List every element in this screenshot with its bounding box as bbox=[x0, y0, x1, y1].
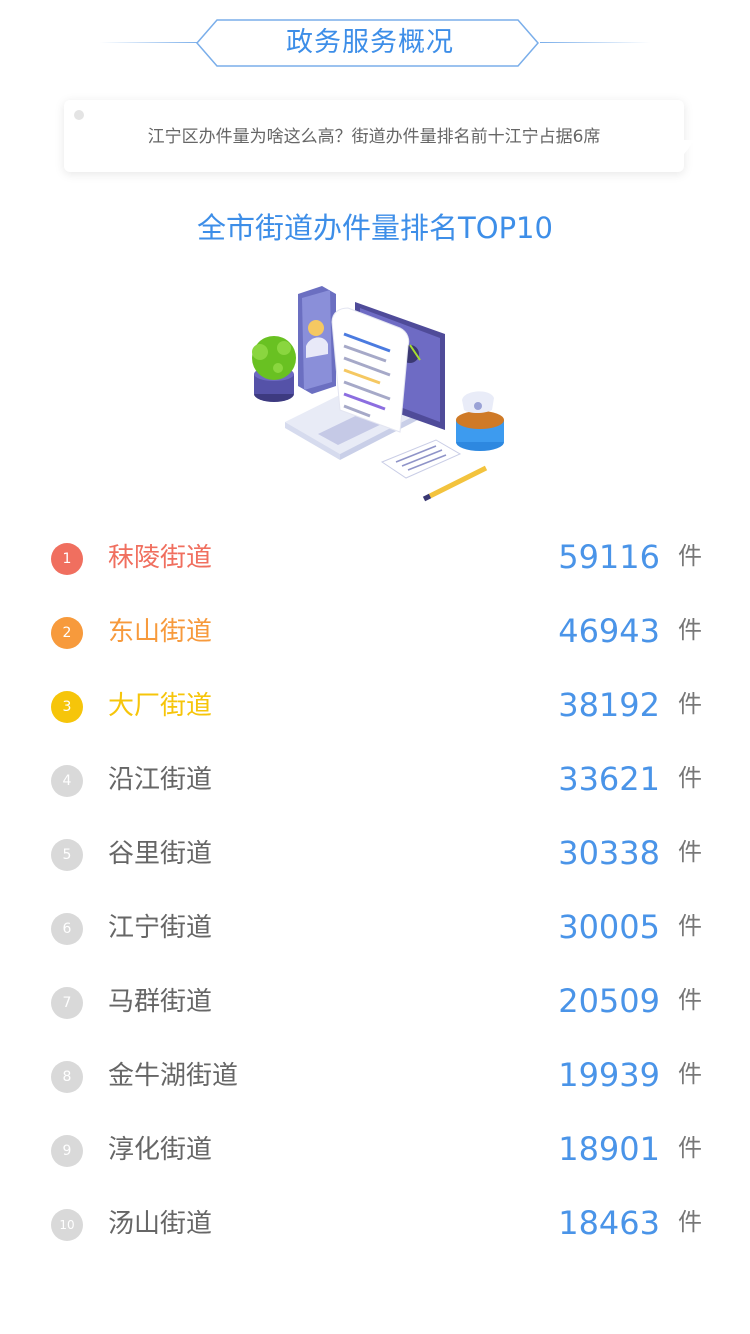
rank-badge: 10 bbox=[51, 1209, 83, 1241]
case-count: 18463 bbox=[558, 1204, 660, 1242]
unit-label: 件 bbox=[678, 616, 702, 644]
street-name: 马群街道 bbox=[108, 987, 213, 1017]
unit-label: 件 bbox=[678, 1208, 702, 1236]
ranking-row: 3 大厂街道 38192 件 bbox=[0, 670, 750, 744]
street-name: 江宁街道 bbox=[108, 913, 213, 943]
case-count: 33621 bbox=[558, 760, 660, 798]
case-count: 18901 bbox=[558, 1130, 660, 1168]
case-count: 30338 bbox=[558, 834, 660, 872]
rank-badge: 8 bbox=[51, 1061, 83, 1093]
unit-label: 件 bbox=[678, 542, 702, 570]
unit-label: 件 bbox=[678, 1060, 702, 1088]
header-rule-left bbox=[100, 42, 200, 43]
street-name: 沿江街道 bbox=[108, 765, 213, 795]
unit-label: 件 bbox=[678, 986, 702, 1014]
page-title: 政务服务概况 bbox=[286, 27, 454, 58]
ranking-row: 7 马群街道 20509 件 bbox=[0, 966, 750, 1040]
intro-card: 江宁区办件量为啥这么高？街道办件量排名前十江宁占据6席 bbox=[64, 100, 694, 172]
case-count: 38192 bbox=[558, 686, 660, 724]
unit-label: 件 bbox=[678, 1134, 702, 1162]
case-count: 46943 bbox=[558, 612, 660, 650]
rank-badge: 6 bbox=[51, 913, 83, 945]
rank-badge: 7 bbox=[51, 987, 83, 1019]
intro-text: 江宁区办件量为啥这么高？街道办件量排名前十江宁占据6席 bbox=[147, 127, 601, 147]
case-count: 20509 bbox=[558, 982, 660, 1020]
ranking-row: 10 汤山街道 18463 件 bbox=[0, 1188, 750, 1262]
street-name: 汤山街道 bbox=[108, 1209, 213, 1239]
header-rule-right bbox=[540, 42, 650, 43]
street-name: 金牛湖街道 bbox=[108, 1061, 239, 1091]
ranking-row: 4 沿江街道 33621 件 bbox=[0, 744, 750, 818]
street-name: 大厂街道 bbox=[108, 691, 213, 721]
rank-badge: 4 bbox=[51, 765, 83, 797]
unit-label: 件 bbox=[678, 764, 702, 792]
ranking-row: 6 江宁街道 30005 件 bbox=[0, 892, 750, 966]
rank-badge: 2 bbox=[51, 617, 83, 649]
unit-label: 件 bbox=[678, 912, 702, 940]
rank-badge: 9 bbox=[51, 1135, 83, 1167]
case-count: 30005 bbox=[558, 908, 660, 946]
street-name: 东山街道 bbox=[108, 617, 213, 647]
ranking-row: 5 谷里街道 30338 件 bbox=[0, 818, 750, 892]
rank-badge: 3 bbox=[51, 691, 83, 723]
rank-badge: 5 bbox=[51, 839, 83, 871]
section-title: 全市街道办件量排名TOP10 bbox=[197, 211, 553, 245]
street-name: 谷里街道 bbox=[108, 839, 213, 869]
rank-badge: 1 bbox=[51, 543, 83, 575]
street-name: 淳化街道 bbox=[108, 1135, 213, 1165]
card-dot-icon bbox=[74, 110, 84, 120]
ranking-row: 9 淳化街道 18901 件 bbox=[0, 1114, 750, 1188]
street-name: 秣陵街道 bbox=[108, 543, 213, 573]
ranking-row: 1 秣陵街道 59116 件 bbox=[0, 522, 750, 596]
speech-tail-icon bbox=[654, 140, 694, 172]
ranking-row: 8 金牛湖街道 19939 件 bbox=[0, 1040, 750, 1114]
case-count: 59116 bbox=[558, 538, 660, 576]
unit-label: 件 bbox=[678, 838, 702, 866]
page-header: 政务服务概况 bbox=[0, 18, 750, 68]
ranking-row: 2 东山街道 46943 件 bbox=[0, 596, 750, 670]
document-laptop-illustration-icon bbox=[252, 286, 504, 502]
case-count: 19939 bbox=[558, 1056, 660, 1094]
unit-label: 件 bbox=[678, 690, 702, 718]
